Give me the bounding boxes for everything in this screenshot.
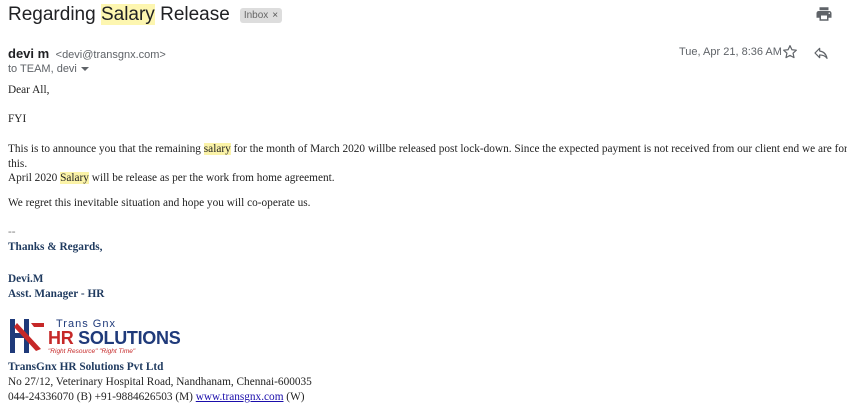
company-logo: Trans Gnx HR SOLUTIONS "Right Resource" … [8,317,181,357]
signature-name: Devi.M [8,273,44,285]
logo-main-text: HR SOLUTIONS [48,328,181,348]
logo-tagline: "Right Resource" "Right Time" [48,348,136,355]
company-website-link[interactable]: www.transgnx.com [196,391,284,403]
signature-separator: -- [8,226,16,238]
paragraph-2: April 2020 Salary will be release as per… [8,172,335,184]
signature-title: Asst. Manager - HR [8,288,105,300]
fyi-text: FYI [8,113,27,125]
inbox-label-text: Inbox [243,9,269,21]
sender-email: <devi@transgnx.com> [55,49,166,61]
search-highlight: Salary [100,4,155,25]
search-highlight: Salary [60,172,89,184]
reply-icon[interactable] [813,45,829,61]
paragraph-3: We regret this inevitable situation and … [8,197,311,209]
star-icon[interactable] [782,44,798,60]
logo-mark-icon [10,319,44,353]
remove-label-button[interactable]: × [272,10,278,21]
paragraph-1-continued: this. [8,158,28,170]
email-date: Tue, Apr 21, 8:36 AM [679,46,782,58]
search-highlight: salary [203,143,231,155]
company-contact: 044-24336070 (B) +91-9884626503 (M) www.… [8,391,305,403]
inbox-label[interactable]: Inbox × [239,7,283,23]
company-address: No 27/12, Veterinary Hospital Road, Nand… [8,376,312,388]
email-subject-row: Regarding Salary Release Inbox × [8,2,283,28]
print-icon[interactable] [815,5,833,23]
company-name: TransGnx HR Solutions Pvt Ltd [8,361,164,373]
sender-info: devi m <devi@transgnx.com> [8,45,166,63]
signature-closing: Thanks & Regards, [8,241,103,253]
recipients[interactable]: to TEAM, devi [8,63,89,75]
greeting: Dear All, [8,84,50,96]
sender-name[interactable]: devi m [8,46,49,61]
email-subject: Regarding Salary Release [8,4,230,25]
company-phones: 044-24336070 (B) +91-9884626503 (M) [8,391,196,403]
paragraph-1: This is to announce you that the remaini… [8,143,847,155]
chevron-down-icon[interactable] [80,67,89,71]
recipients-text: to TEAM, devi [8,63,77,75]
